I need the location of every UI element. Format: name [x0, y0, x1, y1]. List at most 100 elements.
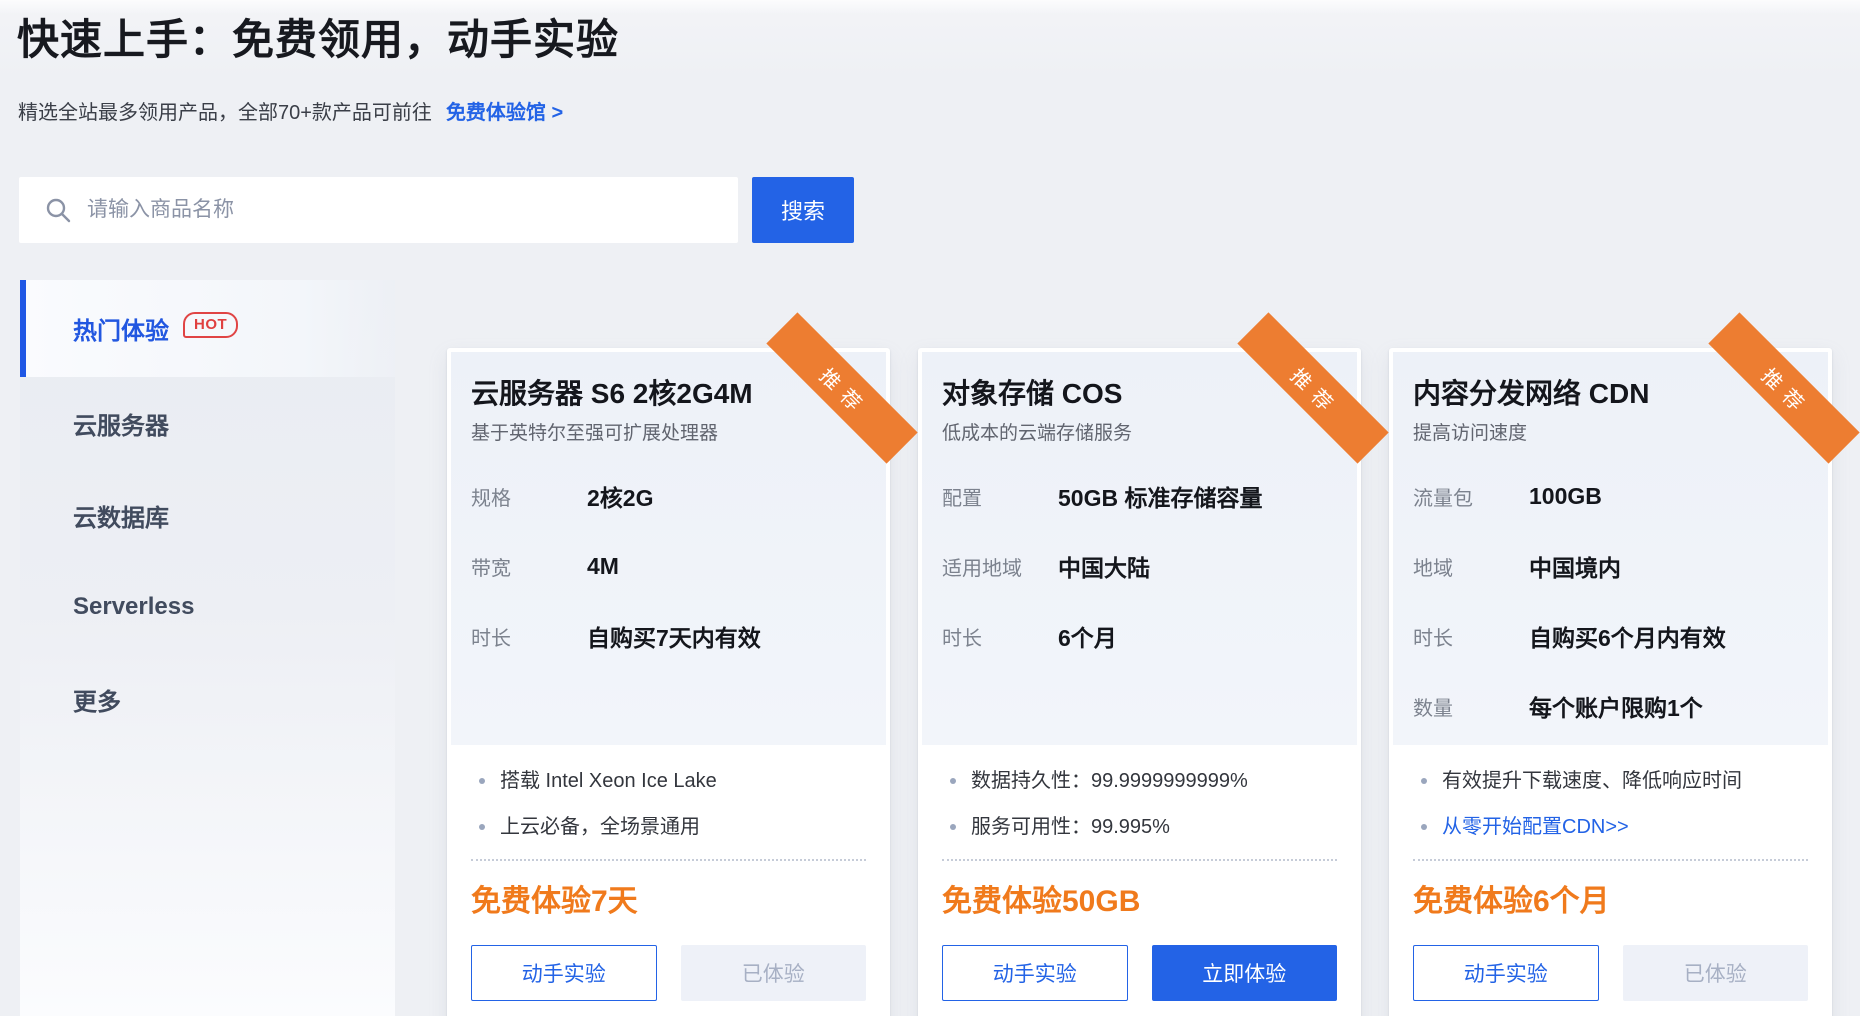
product-card-2: 推荐对象存储 COS低成本的云端存储服务配置50GB 标准存储容量适用地域中国大…: [918, 348, 1361, 1016]
feature-text: 数据持久性：99.9999999999%: [971, 767, 1248, 795]
hands-on-lab-button[interactable]: 动手实验: [942, 945, 1128, 1001]
sidebar-item-更多[interactable]: 更多: [20, 653, 395, 745]
page-subtitle: 精选全站最多领用产品，全部70+款产品可前往 免费体验馆 >: [18, 96, 563, 125]
card-detail-section: 数据持久性：99.9999999999% 服务可用性：99.995% 免费体验50G…: [918, 745, 1361, 1001]
page-subtitle-text: 精选全站最多领用产品，全部70+款产品可前往: [18, 96, 432, 125]
spec-value: 100GB: [1529, 483, 1602, 510]
sidebar-item-label: 更多: [73, 682, 121, 717]
spec-row: 时长6个月: [942, 601, 1337, 671]
spec-list: 配置50GB 标准存储容量适用地域中国大陆时长6个月: [942, 461, 1337, 671]
free-trial-page: 快速上手：免费领用，动手实验 精选全站最多领用产品，全部70+款产品可前往 免费…: [0, 0, 1860, 1016]
search-button[interactable]: 搜索: [752, 177, 854, 243]
bullet-dot: [1421, 824, 1427, 830]
page-title: 快速上手：免费领用，动手实验: [17, 14, 619, 66]
feature-bullet: 服务可用性：99.995%: [942, 813, 1337, 841]
spec-row: 数量每个账户限购1个: [1413, 671, 1808, 741]
spec-value: 6个月: [1058, 619, 1117, 653]
bullet-dot: [1421, 778, 1427, 784]
spec-label: 时长: [942, 622, 1058, 651]
hands-on-lab-button[interactable]: 动手实验: [471, 945, 657, 1001]
card-subtitle: 低成本的云端存储服务: [942, 420, 1337, 447]
spec-row: 规格2核2G: [471, 461, 866, 531]
product-card-3: 推荐内容分发网络 CDN提高访问速度流量包100GB地域中国境内时长自购买6个月…: [1389, 348, 1832, 1016]
card-actions: 动手实验已体验: [471, 945, 866, 1001]
spec-value: 中国大陆: [1058, 549, 1150, 583]
spec-value: 50GB 标准存储容量: [1058, 479, 1262, 513]
bullet-dot: [479, 778, 485, 784]
feature-bullet: 数据持久性：99.9999999999%: [942, 767, 1337, 795]
spec-label: 时长: [471, 622, 587, 651]
spec-label: 配置: [942, 482, 1058, 511]
dotted-divider: [1413, 859, 1808, 861]
promo-text: 免费体验50GB: [942, 883, 1337, 921]
card-detail-section: 有效提升下载速度、降低响应时间从零开始配置CDN>> 免费体验6个月动手实验已体验: [1389, 745, 1832, 1001]
card-actions: 动手实验已体验: [1413, 945, 1808, 1001]
spec-value: 自购买7天内有效: [587, 619, 761, 653]
spec-value: 每个账户限购1个: [1529, 689, 1703, 723]
spec-row: 时长自购买7天内有效: [471, 601, 866, 671]
promo-text: 免费体验7天: [471, 883, 866, 921]
feature-link[interactable]: 从零开始配置CDN>>: [1442, 813, 1629, 841]
hot-badge: HOT: [183, 312, 238, 338]
product-card-1: 推荐云服务器 S6 2核2G4M基于英特尔至强可扩展处理器规格2核2G带宽4M时…: [447, 348, 890, 1016]
spec-row: 适用地域中国大陆: [942, 531, 1337, 601]
sidebar-item-serverless[interactable]: Serverless: [20, 561, 395, 653]
feature-text: 有效提升下载速度、降低响应时间: [1442, 767, 1742, 795]
card-subtitle: 基于英特尔至强可扩展处理器: [471, 420, 866, 447]
already-tried-button: 已体验: [1623, 945, 1809, 1001]
card-header-section: 内容分发网络 CDN提高访问速度流量包100GB地域中国境内时长自购买6个月内有…: [1393, 352, 1828, 745]
dotted-divider: [471, 859, 866, 861]
spec-label: 规格: [471, 482, 587, 511]
spec-row: 配置50GB 标准存储容量: [942, 461, 1337, 531]
spec-value: 4M: [587, 553, 619, 580]
bullet-dot: [950, 778, 956, 784]
feature-text: 上云必备，全场景通用: [500, 813, 700, 841]
already-tried-button: 已体验: [681, 945, 867, 1001]
sidebar-item-云数据库[interactable]: 云数据库: [20, 469, 395, 561]
sidebar-item-label: 云服务器: [73, 406, 169, 441]
spec-row: 流量包100GB: [1413, 461, 1808, 531]
spec-label: 带宽: [471, 552, 587, 581]
spec-row: 时长自购买6个月内有效: [1413, 601, 1808, 671]
search-bar: 搜索: [19, 177, 854, 243]
card-subtitle: 提高访问速度: [1413, 420, 1808, 447]
spec-list: 流量包100GB地域中国境内时长自购买6个月内有效数量每个账户限购1个: [1413, 461, 1808, 741]
feature-text: 服务可用性：99.995%: [971, 813, 1170, 841]
sidebar-item-label: 云数据库: [73, 498, 169, 533]
sidebar-item-label: 热门体验: [73, 311, 169, 346]
spec-value: 自购买6个月内有效: [1529, 619, 1726, 653]
sidebar-item-云服务器[interactable]: 云服务器: [20, 377, 395, 469]
free-trial-hall-link[interactable]: 免费体验馆 >: [446, 96, 563, 125]
spec-label: 数量: [1413, 692, 1529, 721]
spec-row: 地域中国境内: [1413, 531, 1808, 601]
spec-list: 规格2核2G带宽4M时长自购买7天内有效: [471, 461, 866, 671]
bullet-dot: [950, 824, 956, 830]
spec-label: 时长: [1413, 622, 1529, 651]
spec-value: 中国境内: [1529, 549, 1621, 583]
sidebar-item-label: Serverless: [73, 593, 194, 621]
feature-bullet: 搭载 Intel Xeon Ice Lake: [471, 767, 866, 795]
search-icon: [45, 197, 71, 223]
bullet-dot: [479, 824, 485, 830]
feature-bullet: 上云必备，全场景通用: [471, 813, 866, 841]
spec-label: 地域: [1413, 552, 1529, 581]
sidebar-item-hot[interactable]: 热门体验 HOT: [20, 280, 395, 377]
try-now-button[interactable]: 立即体验: [1152, 945, 1338, 1001]
feature-bullet: 有效提升下载速度、降低响应时间: [1413, 767, 1808, 795]
card-header-section: 对象存储 COS低成本的云端存储服务配置50GB 标准存储容量适用地域中国大陆时…: [922, 352, 1357, 745]
product-cards: 推荐云服务器 S6 2核2G4M基于英特尔至强可扩展处理器规格2核2G带宽4M时…: [447, 348, 1832, 1016]
category-sidebar: 热门体验 HOT 云服务器云数据库 Serverless 更多: [20, 280, 395, 1016]
card-header-section: 云服务器 S6 2核2G4M基于英特尔至强可扩展处理器规格2核2G带宽4M时长自…: [451, 352, 886, 745]
spec-row: 带宽4M: [471, 531, 866, 601]
search-box: [19, 177, 738, 243]
spec-value: 2核2G: [587, 479, 653, 513]
card-detail-section: 搭载 Intel Xeon Ice Lake 上云必备，全场景通用免费体验7天动手…: [447, 745, 890, 1001]
promo-text: 免费体验6个月: [1413, 883, 1808, 921]
feature-bullet: 从零开始配置CDN>>: [1413, 813, 1808, 841]
spec-label: 适用地域: [942, 552, 1058, 581]
hands-on-lab-button[interactable]: 动手实验: [1413, 945, 1599, 1001]
spec-label: 流量包: [1413, 482, 1529, 511]
dotted-divider: [942, 859, 1337, 861]
search-input[interactable]: [87, 198, 687, 222]
feature-text: 搭载 Intel Xeon Ice Lake: [500, 767, 717, 795]
